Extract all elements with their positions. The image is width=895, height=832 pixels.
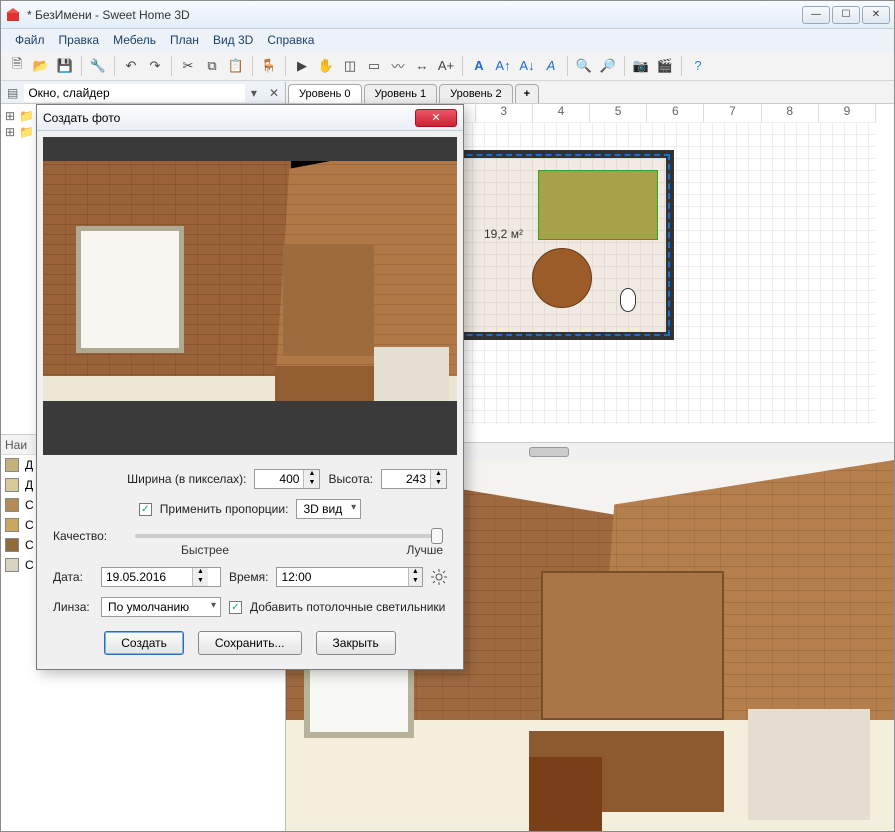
lens-label: Линза: (53, 600, 93, 614)
menu-bar: Файл Правка Мебель План Вид 3D Справка (1, 29, 894, 51)
quality-best-label: Лучше (406, 543, 443, 557)
width-spinner[interactable]: ▲▼ (254, 469, 320, 489)
apply-proportions-checkbox[interactable]: ✓ (139, 503, 152, 516)
dialog-title: Создать фото (43, 111, 415, 125)
text-bigger-icon[interactable]: A↑ (493, 56, 513, 76)
slider-thumb[interactable] (431, 528, 443, 544)
catalog-icon: ▤ (1, 86, 24, 100)
catalog-item-field[interactable] (24, 84, 245, 102)
date-spinner[interactable]: ▲▼ (101, 567, 221, 587)
save-icon[interactable]: 💾 (55, 56, 75, 76)
apply-proportions-label: Применить пропорции: (160, 502, 289, 516)
date-label: Дата: (53, 570, 93, 584)
camera-icon[interactable] (620, 288, 636, 312)
tab-level-0[interactable]: Уровень 0 (288, 84, 362, 103)
menu-file[interactable]: Файл (9, 31, 51, 49)
height-label: Высота: (328, 472, 373, 486)
zoom-out-icon[interactable]: 🔎 (598, 56, 618, 76)
menu-help[interactable]: Справка (261, 31, 320, 49)
3d-chair (529, 757, 602, 831)
ceiling-lights-label: Добавить потолочные светильники (250, 600, 445, 614)
save-button[interactable]: Сохранить... (198, 631, 302, 655)
3d-armchair (748, 709, 870, 820)
lens-combo[interactable]: По умолчанию (101, 597, 221, 617)
add-furniture-icon[interactable]: 🪑 (259, 56, 279, 76)
create-polyline-icon[interactable]: 〰 (388, 56, 408, 76)
copy-icon[interactable]: ⧉ (202, 56, 222, 76)
time-label: Время: (229, 570, 268, 584)
ceiling-lights-checkbox[interactable]: ✓ (229, 601, 242, 614)
catalog-dropdown-icon[interactable]: ▾ (245, 86, 263, 100)
open-icon[interactable]: 📂 (31, 56, 51, 76)
paste-icon[interactable]: 📋 (226, 56, 246, 76)
plan-table[interactable] (532, 248, 592, 308)
dialog-title-bar[interactable]: Создать фото ✕ (37, 105, 463, 131)
create-walls-icon[interactable]: ◫ (340, 56, 360, 76)
toolbar: 🗎 📂 💾 🔧 ↶ ↷ ✂ ⧉ 📋 🪑 ▶ ✋ ◫ ▭ 〰 ↔ A+ A A↑ … (1, 51, 894, 81)
close-button[interactable]: ✕ (862, 6, 890, 24)
spin-down-icon[interactable]: ▼ (192, 577, 208, 586)
spin-down-icon[interactable]: ▼ (303, 479, 319, 488)
app-icon (5, 7, 21, 23)
catalog-close-icon[interactable]: ✕ (263, 86, 285, 100)
proportions-combo[interactable]: 3D вид (296, 499, 361, 519)
create-rooms-icon[interactable]: ▭ (364, 56, 384, 76)
create-button[interactable]: Создать (104, 631, 184, 655)
spin-up-icon[interactable]: ▲ (408, 568, 422, 577)
quality-slider[interactable] (135, 534, 443, 538)
text-bold-icon[interactable]: A (469, 56, 489, 76)
spin-down-icon[interactable]: ▼ (430, 479, 446, 488)
new-icon[interactable]: 🗎 (7, 56, 27, 76)
cut-icon[interactable]: ✂ (178, 56, 198, 76)
tab-level-1[interactable]: Уровень 1 (364, 84, 438, 103)
menu-edit[interactable]: Правка (53, 31, 106, 49)
quality-fast-label: Быстрее (181, 543, 229, 557)
create-photo-dialog: Создать фото ✕ Ширина (в пикселах): ▲▼ В… (36, 104, 464, 670)
dialog-close-button[interactable]: ✕ (415, 109, 457, 127)
width-label: Ширина (в пикселах): (127, 472, 246, 486)
create-photo-icon[interactable]: 📷 (631, 56, 651, 76)
maximize-button[interactable]: ☐ (832, 6, 860, 24)
window-title: * БезИмени - Sweet Home 3D (27, 8, 802, 22)
pan-icon[interactable]: ✋ (316, 56, 336, 76)
text-italic-icon[interactable]: A (541, 56, 561, 76)
daylight-icon[interactable] (431, 569, 447, 585)
preferences-icon[interactable]: 🔧 (88, 56, 108, 76)
close-dialog-button[interactable]: Закрыть (316, 631, 396, 655)
photo-preview (43, 137, 457, 455)
quality-label: Качество: (53, 529, 123, 543)
minimize-button[interactable]: — (802, 6, 830, 24)
spin-up-icon[interactable]: ▲ (303, 470, 319, 479)
tab-add-level[interactable]: + (515, 84, 539, 103)
undo-icon[interactable]: ↶ (121, 56, 141, 76)
plan-sofa[interactable] (538, 170, 658, 240)
level-tabs: Уровень 0 Уровень 1 Уровень 2 + (286, 82, 894, 104)
text-smaller-icon[interactable]: A↓ (517, 56, 537, 76)
time-input[interactable] (277, 568, 407, 586)
date-input[interactable] (102, 568, 192, 586)
tab-level-2[interactable]: Уровень 2 (439, 84, 513, 103)
redo-icon[interactable]: ↷ (145, 56, 165, 76)
time-spinner[interactable]: ▲▼ (276, 567, 423, 587)
spin-up-icon[interactable]: ▲ (192, 568, 208, 577)
spin-down-icon[interactable]: ▼ (408, 577, 422, 586)
height-input[interactable] (382, 470, 430, 488)
title-bar: * БезИмени - Sweet Home 3D — ☐ ✕ (1, 1, 894, 29)
create-video-icon[interactable]: 🎬 (655, 56, 675, 76)
height-spinner[interactable]: ▲▼ (381, 469, 447, 489)
room-area-label: 19,2 м² (484, 227, 523, 241)
catalog-selection: ▤ ▾ ✕ (1, 82, 285, 104)
menu-3d[interactable]: Вид 3D (207, 31, 259, 49)
select-icon[interactable]: ▶ (292, 56, 312, 76)
create-dimensions-icon[interactable]: ↔ (412, 56, 432, 76)
menu-plan[interactable]: План (164, 31, 205, 49)
3d-shelf (541, 571, 723, 719)
zoom-in-icon[interactable]: 🔍 (574, 56, 594, 76)
menu-furn[interactable]: Мебель (107, 31, 162, 49)
spin-up-icon[interactable]: ▲ (430, 470, 446, 479)
width-input[interactable] (255, 470, 303, 488)
create-text-icon[interactable]: A+ (436, 56, 456, 76)
help-icon[interactable]: ? (688, 56, 708, 76)
